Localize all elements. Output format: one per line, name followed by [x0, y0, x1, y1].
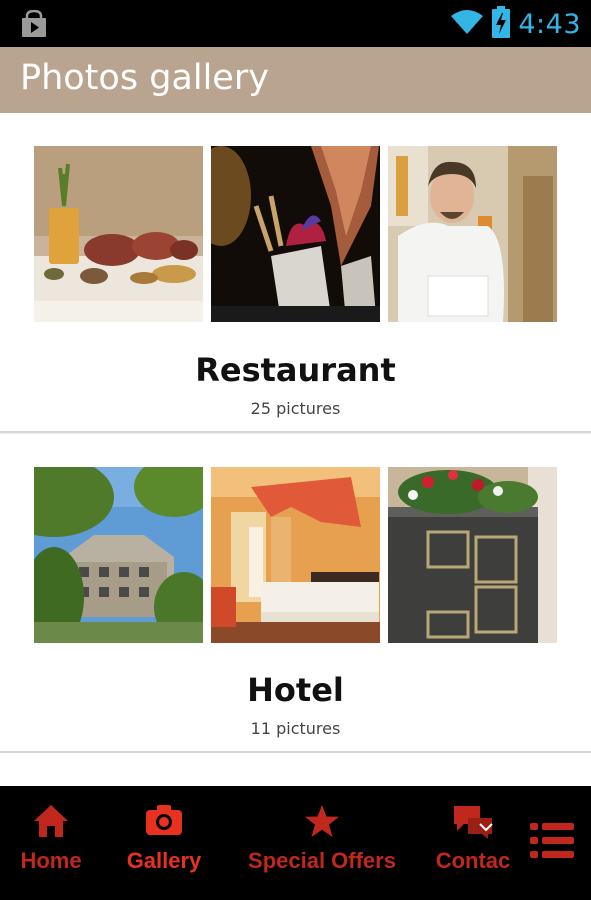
- status-time: 4:43: [518, 8, 581, 40]
- bottom-navigation: Home Gallery Special Offers Contac: [0, 786, 591, 900]
- star-icon: [304, 804, 340, 842]
- album-card-hotel[interactable]: Hotel 11 pictures: [0, 433, 591, 753]
- album-card-restaurant[interactable]: Restaurant 25 pictures: [0, 113, 591, 433]
- album-title: Hotel: [247, 671, 344, 709]
- chef-portrait-photo[interactable]: [388, 146, 557, 322]
- list-menu-icon[interactable]: [528, 821, 576, 861]
- shopping-bag-icon: [20, 9, 48, 42]
- nav-item-special-offers[interactable]: Special Offers: [236, 804, 408, 884]
- nav-item-home[interactable]: Home: [6, 804, 96, 884]
- album-picture-count: 25 pictures: [250, 399, 341, 418]
- battery-charging-icon: [492, 6, 511, 42]
- status-bar: 4:43: [0, 0, 591, 47]
- hotel-building-exterior-photo[interactable]: [34, 467, 203, 643]
- camera-icon: [145, 804, 183, 840]
- home-icon: [33, 804, 69, 842]
- chat-bubbles-icon: [452, 804, 494, 844]
- nav-label-contact: Contac: [435, 848, 511, 873]
- page-title: Photos gallery: [20, 58, 269, 98]
- nav-item-contact[interactable]: Contac: [432, 804, 514, 884]
- bedroom-photo[interactable]: [211, 467, 380, 643]
- dessert-in-glass-photo[interactable]: [211, 146, 380, 322]
- gallery-list[interactable]: Restaurant 25 pictures Hotel 11 pictures: [0, 113, 591, 786]
- album-picture-count: 11 pictures: [250, 719, 341, 738]
- antique-stove-with-flowers-photo[interactable]: [388, 467, 557, 643]
- nav-item-gallery[interactable]: Gallery: [112, 804, 216, 884]
- nav-label-gallery: Gallery: [126, 848, 202, 873]
- nav-label-special-offers: Special Offers: [248, 848, 396, 873]
- wifi-icon: [450, 9, 484, 39]
- app-header: Photos gallery: [0, 47, 591, 113]
- album-title: Restaurant: [195, 351, 396, 389]
- nav-label-home: Home: [20, 848, 82, 873]
- plated-meat-dish-photo[interactable]: [34, 146, 203, 322]
